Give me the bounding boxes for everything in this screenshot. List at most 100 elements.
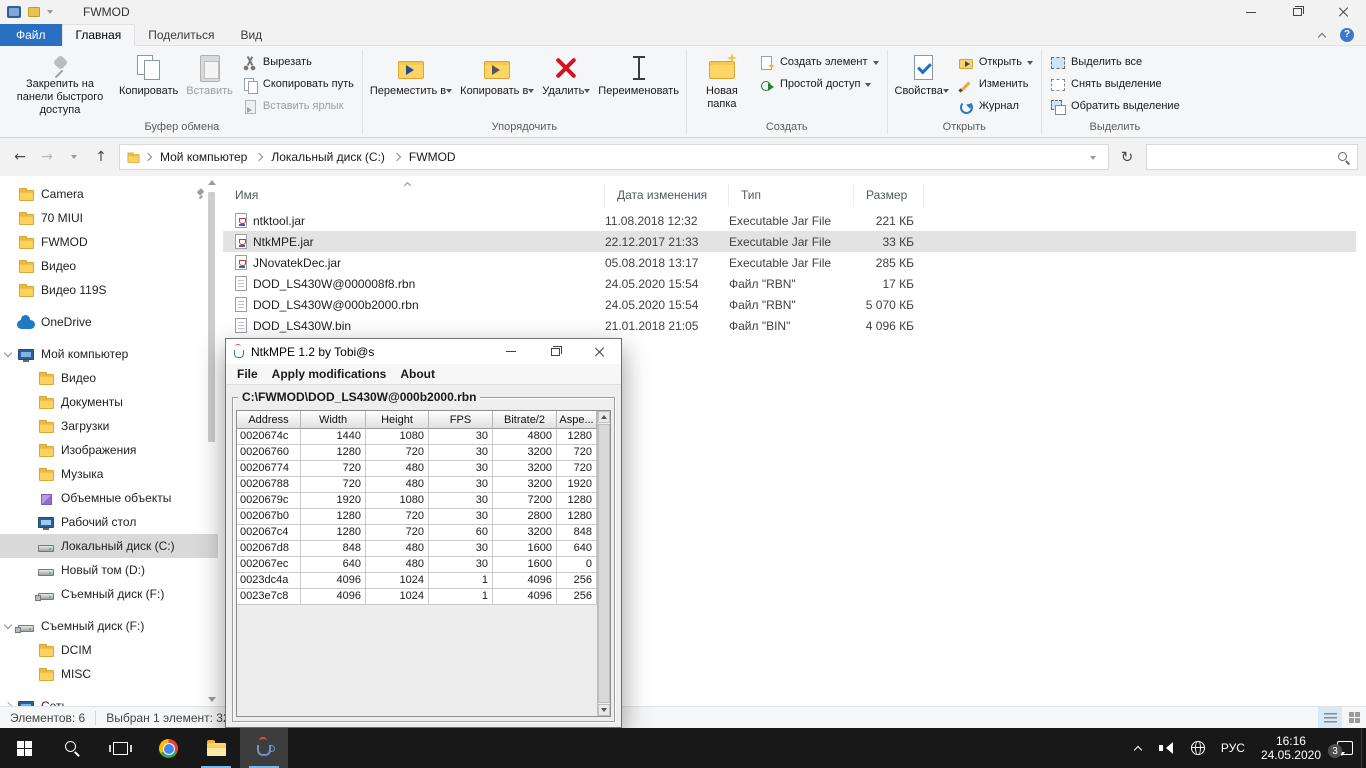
table-row[interactable]: 0020679c 1920 1080 30 7200 1280: [237, 493, 597, 509]
sidebar-item[interactable]: Съемный диск (F:): [0, 582, 218, 606]
details-view-button[interactable]: [1318, 707, 1342, 728]
thumbnails-view-button[interactable]: [1342, 707, 1366, 728]
sidebar-item[interactable]: Локальный диск (C:): [0, 534, 218, 558]
menu-file[interactable]: File: [230, 367, 265, 381]
refresh-button[interactable]: ↻: [1115, 148, 1139, 166]
qat-folder-icon[interactable]: [28, 7, 40, 17]
file-row[interactable]: NtkMPE.jar 22.12.2017 21:33 Executable J…: [223, 231, 1356, 252]
sidebar-item[interactable]: Мой компьютер: [0, 342, 218, 366]
file-row[interactable]: DOD_LS430W@000b2000.rbn 24.05.2020 15:54…: [223, 294, 1356, 315]
tab-home[interactable]: Главная: [62, 24, 136, 45]
expander-icon[interactable]: [2, 236, 16, 248]
taskbar-search-button[interactable]: [48, 728, 96, 768]
column-header-size[interactable]: Размер: [854, 184, 924, 206]
scrollbar-thumb[interactable]: [598, 424, 610, 703]
language-indicator[interactable]: РУС: [1213, 728, 1253, 768]
scroll-up-icon[interactable]: [598, 411, 610, 423]
sidebar-item[interactable]: Объемные объекты: [0, 486, 218, 510]
column-header-type[interactable]: Тип: [729, 184, 854, 206]
breadcrumb-item[interactable]: Мой компьютер: [153, 145, 264, 169]
select-all-button[interactable]: Выделить все: [1045, 52, 1185, 73]
sidebar-item[interactable]: Новый том (D:): [0, 558, 218, 582]
open-button[interactable]: Открыть: [953, 52, 1038, 73]
taskbar-chrome-button[interactable]: [144, 728, 192, 768]
search-input[interactable]: [1154, 150, 1337, 164]
sidebar-item[interactable]: Документы: [0, 390, 218, 414]
table-row[interactable]: 002067ec 640 480 30 1600 0: [237, 557, 597, 573]
paste-button[interactable]: Вставить: [182, 49, 237, 117]
up-button[interactable]: ↑: [89, 145, 113, 169]
expander-icon[interactable]: [22, 644, 36, 656]
menu-apply-modifications[interactable]: Apply modifications: [265, 367, 394, 381]
table-scrollbar[interactable]: [597, 411, 610, 716]
expander-icon[interactable]: [22, 468, 36, 480]
back-button[interactable]: ←: [8, 145, 32, 169]
table-row[interactable]: 00206760 1280 720 30 3200 720: [237, 445, 597, 461]
rename-button[interactable]: Переименовать: [594, 49, 683, 117]
breadcrumb-item[interactable]: FWMOD: [402, 145, 463, 169]
taskbar-explorer-button[interactable]: [192, 728, 240, 768]
properties-button[interactable]: Свойства: [891, 49, 953, 117]
new-folder-button[interactable]: Новая папка: [690, 49, 754, 117]
table-row[interactable]: 00206788 720 480 30 3200 1920: [237, 477, 597, 493]
column-header-bitrate[interactable]: Bitrate/2: [493, 411, 557, 429]
volume-button[interactable]: [1151, 728, 1183, 768]
expander-icon[interactable]: [2, 316, 16, 328]
sidebar-item[interactable]: Загрузки: [0, 414, 218, 438]
address-bar[interactable]: Мой компьютер Локальный диск (C:) FWMOD: [119, 144, 1109, 170]
paste-shortcut-button[interactable]: Вставить ярлык: [237, 96, 359, 117]
table-row[interactable]: 002067b0 1280 720 30 2800 1280: [237, 509, 597, 525]
move-to-button[interactable]: Переместить в: [366, 49, 456, 117]
sidebar-item[interactable]: Сеть: [0, 694, 218, 706]
sidebar-item[interactable]: DCIM: [0, 638, 218, 662]
edit-button[interactable]: Изменить: [953, 74, 1038, 95]
expander-icon[interactable]: [22, 372, 36, 384]
minimize-button[interactable]: [1228, 0, 1274, 24]
close-button[interactable]: [577, 339, 621, 364]
invert-selection-button[interactable]: Обратить выделение: [1045, 96, 1185, 117]
sidebar-item[interactable]: 70 MIUI: [0, 206, 218, 230]
copy-button[interactable]: Копировать: [115, 49, 182, 117]
start-button[interactable]: [0, 728, 48, 768]
restore-button[interactable]: [1274, 0, 1320, 24]
qat-customize-caret-icon[interactable]: [47, 10, 53, 14]
scroll-down-icon[interactable]: [208, 697, 216, 702]
column-header-height[interactable]: Height: [366, 411, 429, 429]
sidebar-item[interactable]: Видео: [0, 254, 218, 278]
column-header-fps[interactable]: FPS: [429, 411, 493, 429]
scroll-down-icon[interactable]: [598, 704, 610, 716]
expander-icon[interactable]: [22, 420, 36, 432]
search-icon[interactable]: [1337, 151, 1350, 164]
column-header-date[interactable]: Дата изменения: [605, 184, 729, 206]
sidebar-item[interactable]: Camera: [0, 182, 218, 206]
column-header-address[interactable]: Address: [237, 411, 301, 429]
table-row[interactable]: 0023e7c8 4096 1024 1 4096 256: [237, 589, 597, 605]
file-row[interactable]: DOD_LS430W@000008f8.rbn 24.05.2020 15:54…: [223, 273, 1356, 294]
tab-share[interactable]: Поделиться: [135, 24, 227, 45]
clock[interactable]: 16:16 24.05.2020: [1253, 728, 1329, 768]
file-row[interactable]: DOD_LS430W.bin 21.01.2018 21:05 Файл "BI…: [223, 315, 1356, 336]
cut-button[interactable]: Вырезать: [237, 52, 359, 73]
column-header-name[interactable]: Имя: [223, 184, 605, 206]
expander-icon[interactable]: [22, 516, 36, 528]
file-row[interactable]: JNovatekDec.jar 05.08.2018 13:17 Executa…: [223, 252, 1356, 273]
column-header-width[interactable]: Width: [301, 411, 366, 429]
sidebar-item[interactable]: Изображения: [0, 438, 218, 462]
expander-icon[interactable]: [22, 444, 36, 456]
close-button[interactable]: [1320, 0, 1366, 24]
sidebar-item[interactable]: Музыка: [0, 462, 218, 486]
minimize-button[interactable]: [489, 339, 533, 364]
sidebar-item[interactable]: MISC: [0, 662, 218, 686]
column-header-aspect[interactable]: Aspe...: [557, 411, 597, 429]
select-none-button[interactable]: Снять выделение: [1045, 74, 1185, 95]
sidebar-item[interactable]: OneDrive: [0, 310, 218, 334]
maximize-button[interactable]: [533, 339, 577, 364]
copy-path-button[interactable]: Скопировать путь: [237, 74, 359, 95]
file-row[interactable]: ntktool.jar 11.08.2018 12:32 Executable …: [223, 210, 1356, 231]
history-button[interactable]: Журнал: [953, 96, 1038, 117]
sidebar-scrollbar[interactable]: [207, 178, 216, 704]
action-center-button[interactable]: 3: [1329, 728, 1361, 768]
table-row[interactable]: 0020674c 1440 1080 30 4800 1280: [237, 429, 597, 445]
expander-icon[interactable]: [2, 212, 16, 224]
delete-button[interactable]: Удалить: [538, 49, 594, 117]
